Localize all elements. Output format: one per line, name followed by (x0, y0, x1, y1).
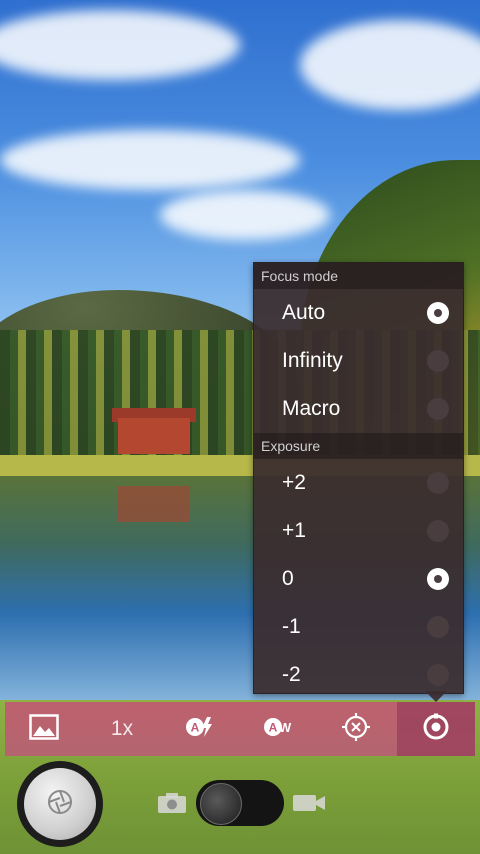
exposure-header: Exposure (254, 433, 463, 459)
toggle-knob[interactable] (200, 783, 242, 825)
house (118, 418, 190, 454)
radio-button[interactable] (427, 398, 449, 420)
exposure-option-0[interactable]: 0 (254, 555, 463, 603)
radio-button[interactable] (427, 350, 449, 372)
gallery-icon (29, 713, 59, 745)
radio-button[interactable] (427, 664, 449, 686)
option-label: Infinity (282, 349, 343, 372)
radio-button[interactable] (427, 616, 449, 638)
video-camera-icon (292, 793, 326, 818)
settings-button[interactable] (397, 702, 475, 756)
radio-button[interactable] (427, 302, 449, 324)
auto-white-balance-icon: A W (263, 716, 293, 743)
focus-option-auto[interactable]: Auto (254, 289, 463, 337)
settings-popup: Focus mode Auto Infinity Macro Exposure … (253, 262, 464, 694)
radio-button[interactable] (427, 520, 449, 542)
option-label: Auto (282, 301, 326, 324)
focus-option-macro[interactable]: Macro (254, 385, 463, 433)
option-label: -1 (282, 615, 301, 638)
cloud (0, 130, 300, 190)
popup-pointer (425, 691, 447, 702)
option-label: +2 (282, 471, 306, 494)
exposure-option-minus1[interactable]: -1 (254, 603, 463, 651)
settings-icon (422, 713, 450, 746)
shutter-inner (24, 768, 96, 840)
radio-button[interactable] (427, 472, 449, 494)
gallery-button[interactable] (5, 702, 83, 756)
aperture-icon (47, 789, 73, 820)
svg-text:A: A (269, 720, 278, 734)
svg-text:A: A (191, 720, 200, 734)
svg-text:W: W (279, 720, 292, 735)
auto-flash-icon: A (185, 716, 215, 743)
option-label: +1 (282, 519, 306, 542)
exposure-target-icon (341, 712, 371, 747)
option-label: 0 (282, 567, 294, 590)
camera-icon (157, 792, 187, 819)
option-label: Macro (282, 397, 341, 420)
radio-button[interactable] (427, 568, 449, 590)
exposure-target-button[interactable] (317, 702, 395, 756)
focus-mode-header: Focus mode (254, 263, 463, 289)
white-balance-button[interactable]: A W (239, 702, 317, 756)
option-label: -2 (282, 663, 301, 686)
exposure-option-plus2[interactable]: +2 (254, 459, 463, 507)
flash-button[interactable]: A (161, 702, 239, 756)
cloud (160, 190, 330, 240)
shutter-button[interactable] (17, 761, 103, 847)
zoom-level: 1x (110, 717, 134, 740)
focus-option-infinity[interactable]: Infinity (254, 337, 463, 385)
photo-video-toggle[interactable] (196, 780, 284, 826)
house-reflection (118, 486, 190, 522)
exposure-option-plus1[interactable]: +1 (254, 507, 463, 555)
camera-toolbar: 1x A A W (5, 702, 475, 756)
zoom-button[interactable]: 1x (83, 702, 161, 756)
